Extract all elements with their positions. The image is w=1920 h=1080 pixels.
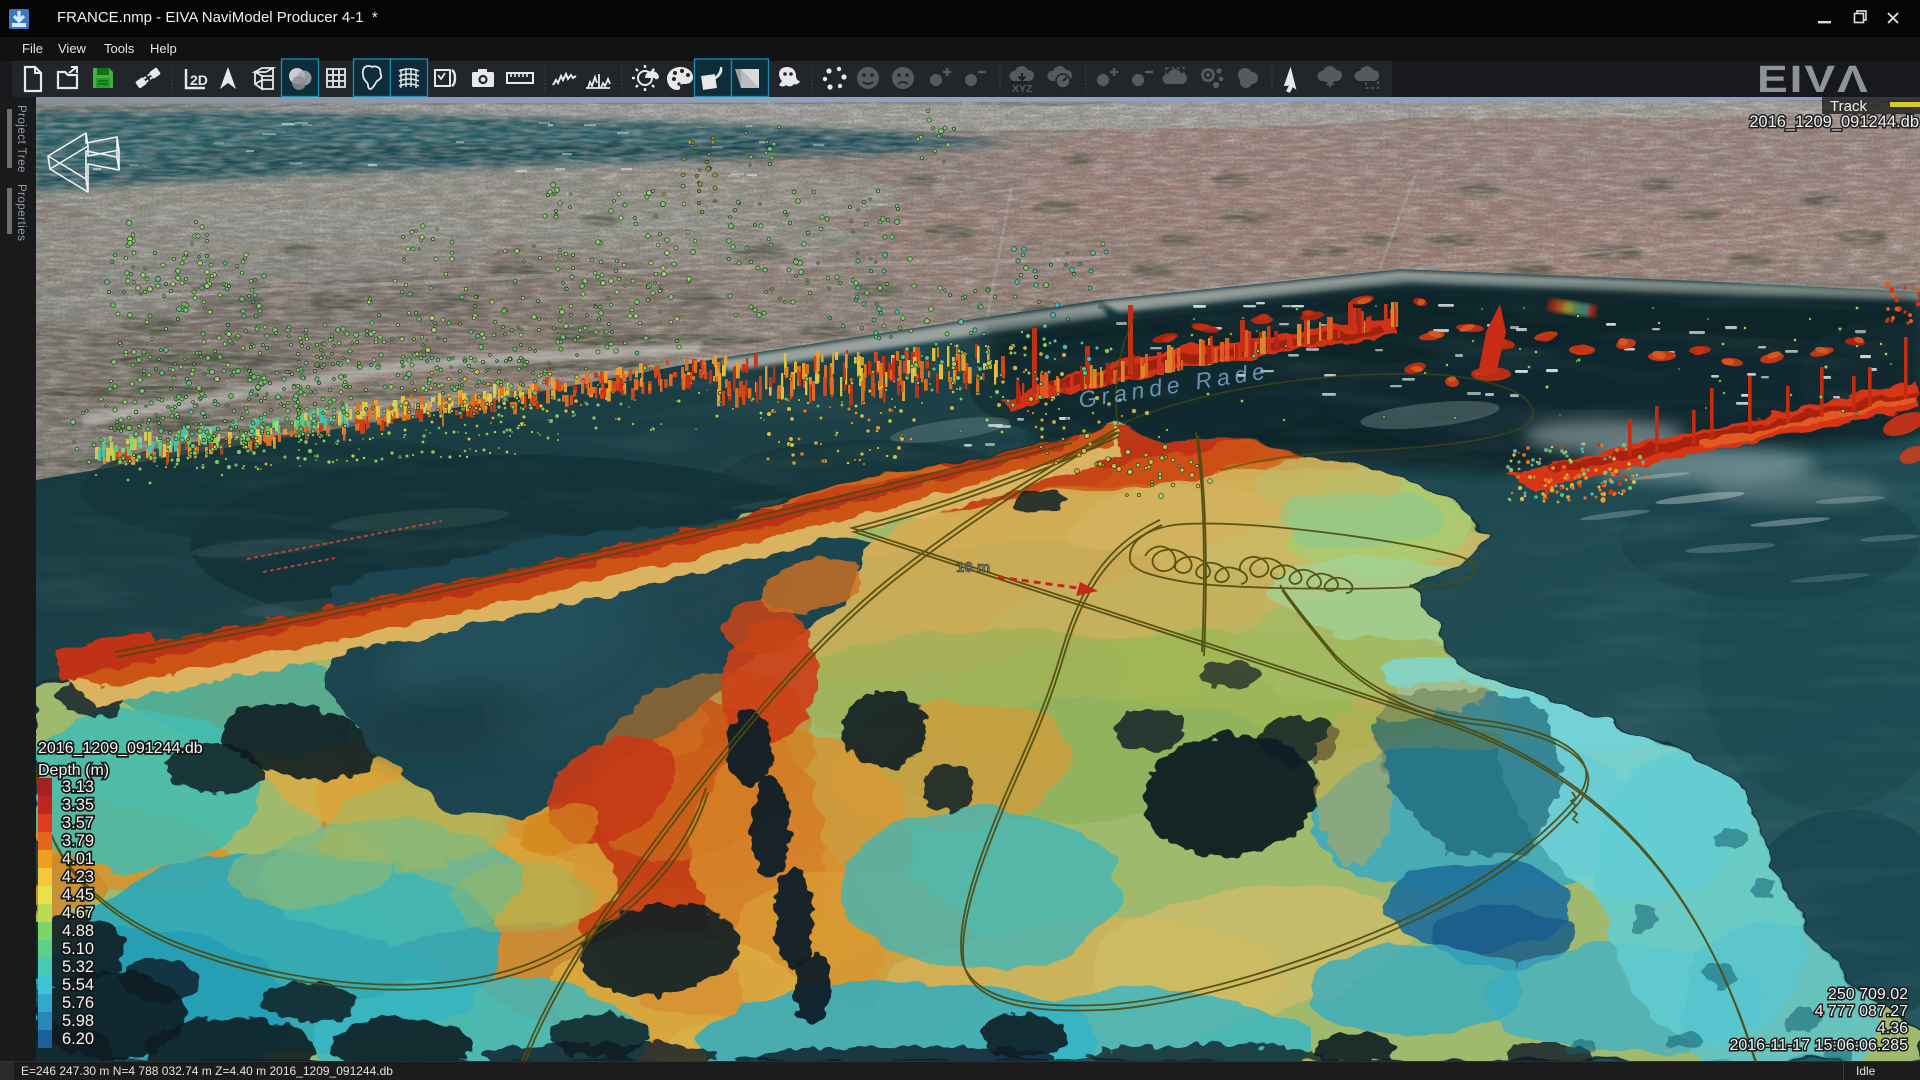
svg-text:3.79: 3.79 <box>62 832 94 850</box>
svg-text:4.23: 4.23 <box>62 868 94 886</box>
svg-text:4.67: 4.67 <box>62 904 94 922</box>
svg-text:250 709.02: 250 709.02 <box>1828 986 1908 1003</box>
svg-text:4.45: 4.45 <box>62 886 94 904</box>
svg-text:2016-11-17 15:06:06.285: 2016-11-17 15:06:06.285 <box>1729 1037 1908 1054</box>
svg-text:EIVΛ: EIVΛ <box>1757 58 1870 97</box>
svg-text:2D: 2D <box>190 72 208 88</box>
svg-text:4.36: 4.36 <box>1877 1020 1908 1037</box>
svg-text:3.57: 3.57 <box>62 814 94 832</box>
svg-text:6.20: 6.20 <box>62 1030 94 1048</box>
svg-text:5.32: 5.32 <box>62 958 94 976</box>
svg-text:Depth (m): Depth (m) <box>38 762 109 779</box>
svg-text:5.54: 5.54 <box>62 976 94 994</box>
svg-text:5.76: 5.76 <box>62 994 94 1012</box>
svg-text:XYZ: XYZ <box>1012 83 1033 95</box>
svg-text:2016_1209_091244.db: 2016_1209_091244.db <box>1749 113 1919 131</box>
svg-text:3.35: 3.35 <box>62 796 94 814</box>
svg-text:5.10: 5.10 <box>62 940 94 958</box>
svg-text:2016_1209_091244.db: 2016_1209_091244.db <box>38 740 203 757</box>
svg-text:4.01: 4.01 <box>62 850 94 868</box>
svg-text:3.13: 3.13 <box>62 778 94 796</box>
svg-text:5.98: 5.98 <box>62 1012 94 1030</box>
svg-text:10 m: 10 m <box>956 559 990 576</box>
svg-text:4 777 087.27: 4 777 087.27 <box>1815 1003 1909 1020</box>
svg-text:4.88: 4.88 <box>62 922 94 940</box>
